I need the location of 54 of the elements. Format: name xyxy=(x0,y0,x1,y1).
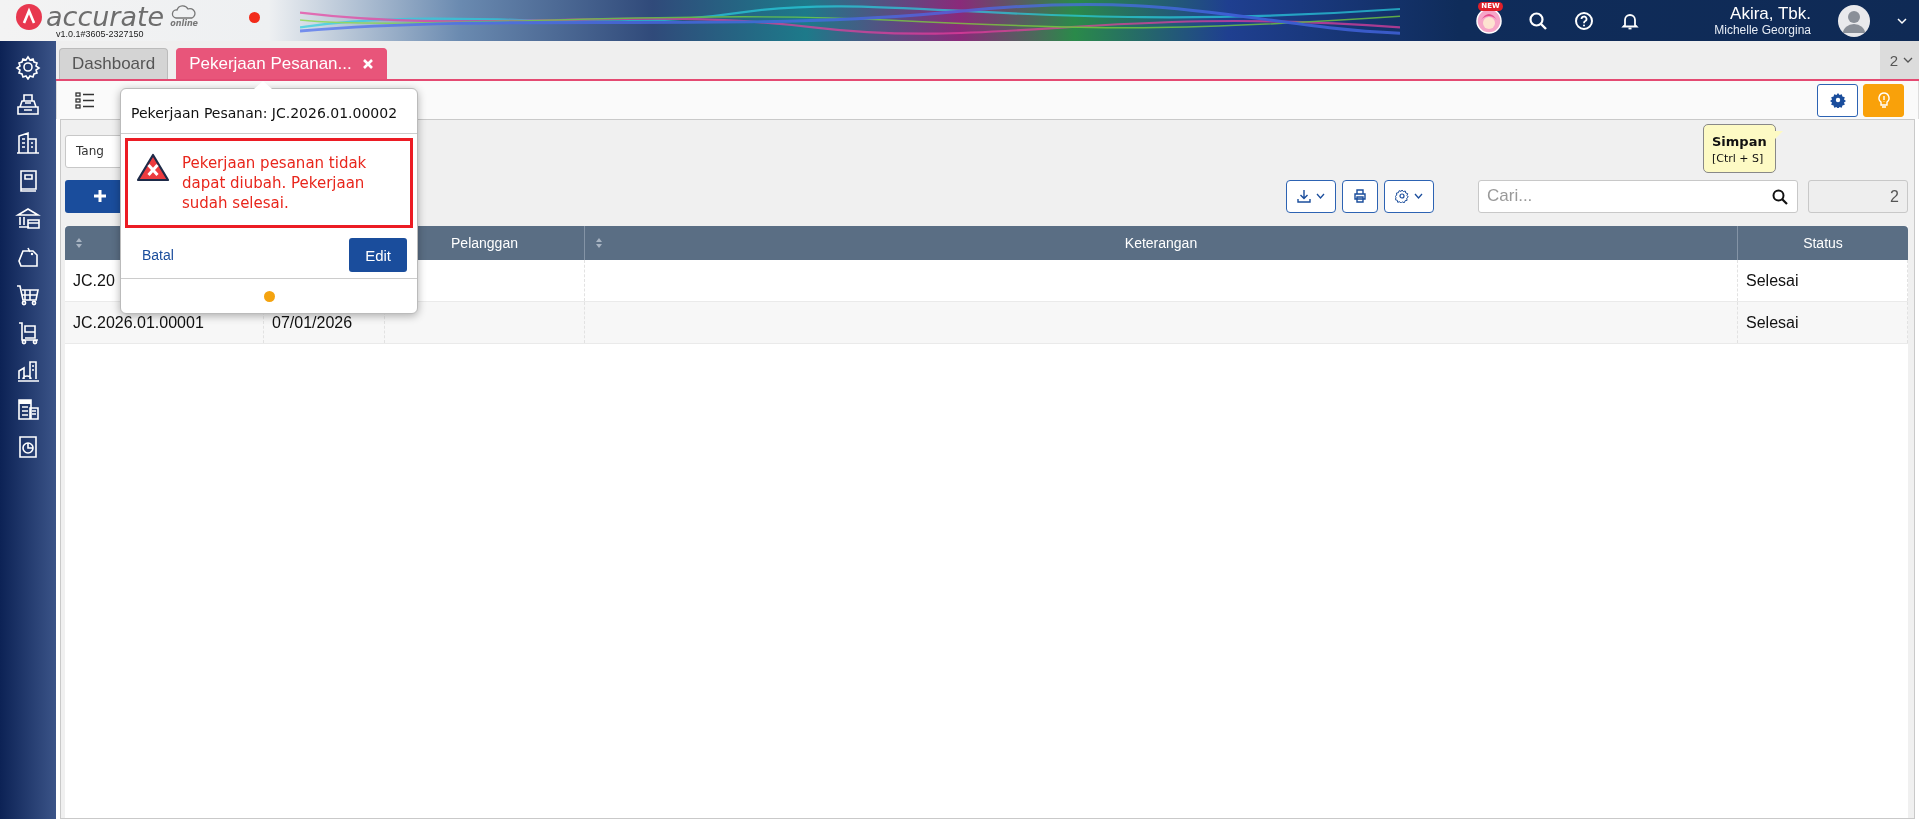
loading-dot xyxy=(263,290,275,302)
search-icon[interactable] xyxy=(1528,10,1549,31)
status-dot xyxy=(249,12,260,23)
chevron-down-icon xyxy=(1414,193,1423,199)
logo-text: accurate xyxy=(46,2,165,31)
download-button[interactable] xyxy=(1286,179,1336,213)
printer-icon xyxy=(1353,189,1367,203)
tab[interactable]: Dashboard xyxy=(59,48,169,79)
search-field[interactable]: Cari... xyxy=(1478,179,1798,213)
lightbulb-icon xyxy=(1875,91,1892,109)
list-icon[interactable] xyxy=(75,91,95,109)
tab-count-dropdown[interactable]: 2 xyxy=(1879,41,1919,79)
column-header[interactable]: Keterangan xyxy=(585,226,1738,260)
cancel-link[interactable]: Batal xyxy=(142,247,174,263)
settings-icon xyxy=(1829,92,1846,108)
company-name: Akira, Tbk. xyxy=(1730,4,1811,23)
logo-icon xyxy=(16,3,42,30)
version-text: v1.0.1#3605-2327150 xyxy=(56,29,144,39)
cart-icon[interactable] xyxy=(15,282,41,308)
settings-button[interactable] xyxy=(1817,83,1858,117)
column-header[interactable]: Status xyxy=(1738,226,1908,260)
logo-subtext: online xyxy=(170,19,198,28)
close-icon[interactable] xyxy=(361,58,374,70)
user-name: Michelle Georgina xyxy=(1714,23,1811,37)
download-icon xyxy=(1297,189,1311,203)
gear-icon xyxy=(1395,189,1409,203)
edit-button[interactable]: Edit xyxy=(349,238,407,272)
factory-icon[interactable] xyxy=(15,358,41,384)
avatar[interactable] xyxy=(1837,3,1871,38)
chevron-down-icon xyxy=(1903,56,1913,64)
tooltip-title: Simpan xyxy=(1712,134,1767,149)
sort-icon[interactable] xyxy=(595,237,603,249)
bank-icon[interactable] xyxy=(15,206,41,232)
settings-icon[interactable] xyxy=(15,54,41,80)
chevron-down-icon xyxy=(1316,193,1325,199)
settings-menu-button[interactable] xyxy=(1384,179,1434,213)
tooltip-shortcut: [Ctrl + S] xyxy=(1712,152,1765,165)
cash-register-icon[interactable] xyxy=(15,92,41,118)
sort-icon[interactable] xyxy=(75,237,83,249)
tab[interactable]: Pekerjaan Pesanan... xyxy=(176,48,387,79)
help-icon[interactable] xyxy=(1574,10,1595,31)
plus-icon xyxy=(93,189,107,203)
print-button[interactable] xyxy=(1342,179,1378,213)
chevron-down-icon[interactable] xyxy=(1897,16,1907,25)
search-icon[interactable] xyxy=(1772,188,1788,205)
table-cell: Selesai xyxy=(1738,302,1908,343)
error-icon xyxy=(136,153,170,183)
table-cell: Selesai xyxy=(1738,260,1908,301)
record-count: 2 xyxy=(1808,179,1908,213)
building-icon[interactable] xyxy=(15,130,41,156)
error-text: Pekerjaan pesanan tidak dapat diubah. Pekerjaan sudah selesai. xyxy=(182,153,368,213)
popup-title: Pekerjaan Pesanan: JC.2026.01.00002 xyxy=(121,89,417,134)
cloud-icon xyxy=(171,5,198,19)
tax-calculator-icon[interactable] xyxy=(15,396,41,422)
